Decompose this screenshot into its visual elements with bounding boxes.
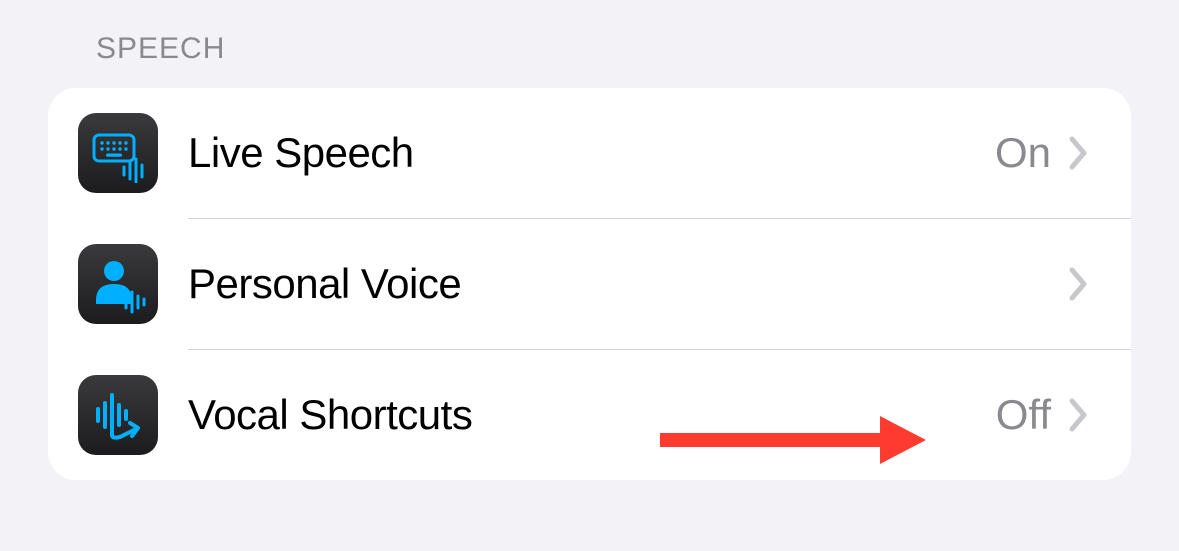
- row-value-live-speech: On: [995, 129, 1051, 177]
- row-label-live-speech: Live Speech: [188, 129, 995, 177]
- chevron-right-icon: [1069, 136, 1089, 170]
- row-live-speech[interactable]: Live Speech On: [48, 88, 1131, 218]
- section-header-speech: SPEECH: [48, 10, 1131, 88]
- speech-settings-group: Live Speech On Personal Voice: [48, 88, 1131, 480]
- row-personal-voice[interactable]: Personal Voice: [48, 219, 1131, 349]
- chevron-right-icon: [1069, 398, 1089, 432]
- row-label-vocal-shortcuts: Vocal Shortcuts: [188, 391, 996, 439]
- wave-arrow-icon: [78, 375, 158, 455]
- row-label-personal-voice: Personal Voice: [188, 260, 1051, 308]
- row-vocal-shortcuts[interactable]: Vocal Shortcuts Off: [48, 350, 1131, 480]
- chevron-right-icon: [1069, 267, 1089, 301]
- keyboard-wave-icon: [78, 113, 158, 193]
- person-wave-icon: [78, 244, 158, 324]
- row-value-vocal-shortcuts: Off: [996, 391, 1051, 439]
